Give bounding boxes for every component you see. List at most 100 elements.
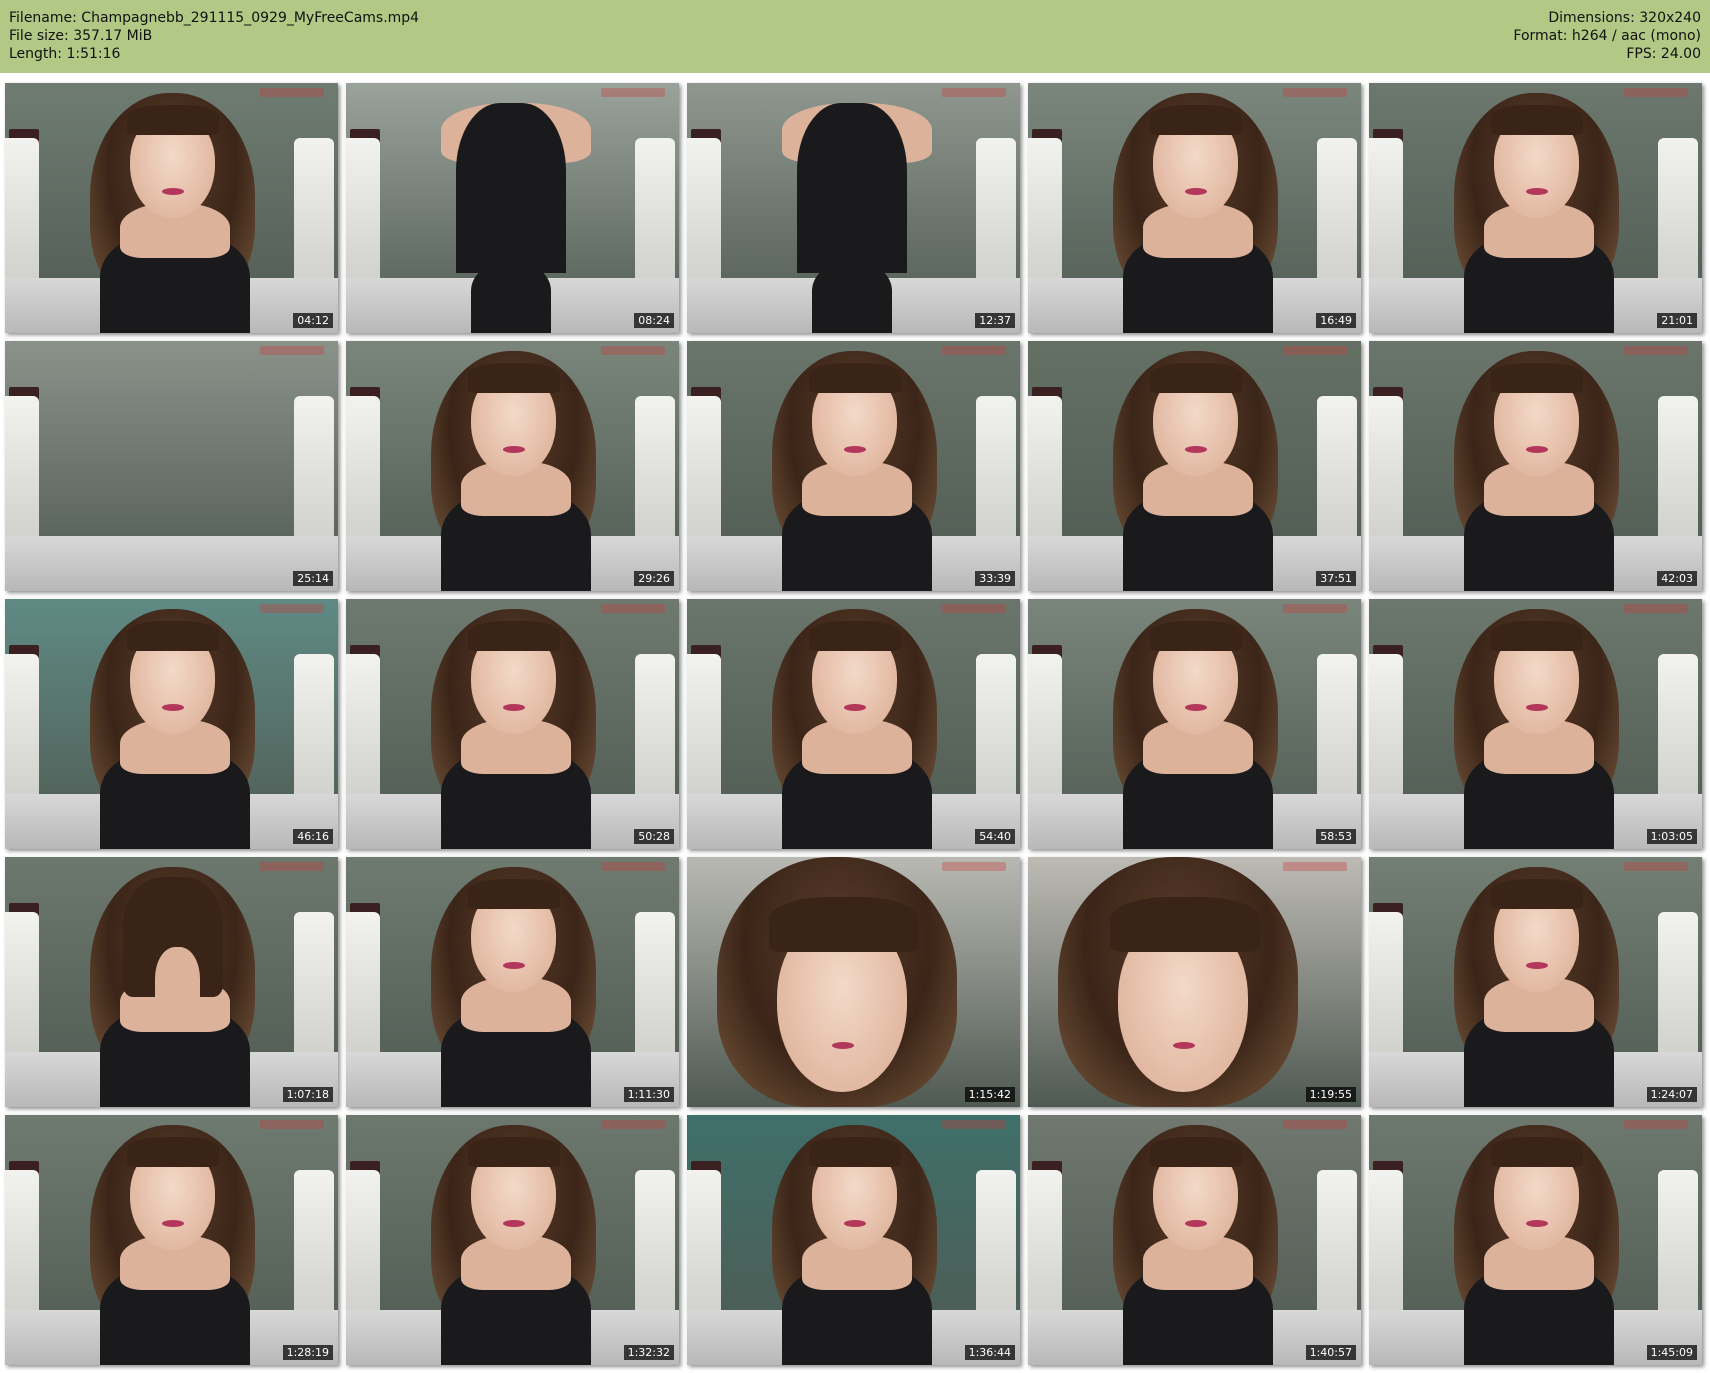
- hanging-clothes: [1028, 396, 1062, 546]
- file-size-text: File size: 357.17 MiB: [9, 28, 153, 44]
- bangs: [1491, 363, 1583, 393]
- thumbnail-frame: [1369, 857, 1702, 1107]
- watermark-logo: [942, 1120, 1006, 1129]
- bangs: [809, 363, 901, 393]
- video-thumbnail[interactable]: 1:28:19: [5, 1115, 338, 1365]
- watermark-logo: [1283, 88, 1347, 97]
- video-thumbnail[interactable]: 1:45:09: [1369, 1115, 1702, 1365]
- video-thumbnail[interactable]: 1:11:30: [346, 857, 679, 1107]
- watermark-logo: [601, 862, 665, 871]
- bangs: [1491, 621, 1583, 651]
- hanging-clothes: [1317, 396, 1357, 546]
- video-thumbnail[interactable]: 08:24: [346, 83, 679, 333]
- bed: [5, 536, 338, 591]
- hanging-clothes: [1658, 396, 1698, 546]
- timestamp-label: 42:03: [1657, 571, 1697, 586]
- hanging-clothes: [346, 912, 380, 1062]
- bangs: [1491, 105, 1583, 135]
- video-thumbnail[interactable]: 04:12: [5, 83, 338, 333]
- thumbnail-frame: [346, 83, 679, 333]
- watermark-logo: [942, 88, 1006, 97]
- watermark-logo: [942, 862, 1006, 871]
- lips: [1185, 446, 1207, 453]
- file-info-left: Filename: Champagnebb_291115_0929_MyFree…: [9, 9, 419, 63]
- video-thumbnail[interactable]: 1:03:05: [1369, 599, 1702, 849]
- hanging-clothes: [1028, 138, 1062, 288]
- video-thumbnail[interactable]: 1:32:32: [346, 1115, 679, 1365]
- hanging-clothes: [976, 1170, 1016, 1320]
- watermark-logo: [1624, 1120, 1688, 1129]
- video-thumbnail[interactable]: 50:28: [346, 599, 679, 849]
- thumbnail-frame: [1369, 599, 1702, 849]
- timestamp-label: 21:01: [1657, 313, 1697, 328]
- video-thumbnail[interactable]: 46:16: [5, 599, 338, 849]
- file-info-right: Dimensions: 320x240 Format: h264 / aac (…: [1513, 9, 1701, 63]
- timestamp-label: 1:15:42: [964, 1087, 1015, 1102]
- timestamp-label: 50:28: [634, 829, 674, 844]
- hanging-clothes: [1369, 912, 1403, 1062]
- watermark-logo: [260, 1120, 324, 1129]
- timestamp-label: 1:03:05: [1646, 829, 1697, 844]
- timestamp-label: 08:24: [634, 313, 674, 328]
- video-thumbnail[interactable]: 1:40:57: [1028, 1115, 1361, 1365]
- video-thumbnail[interactable]: 25:14: [5, 341, 338, 591]
- timestamp-label: 33:39: [975, 571, 1015, 586]
- lips: [1526, 446, 1548, 453]
- lips: [162, 188, 184, 195]
- thumbnail-frame: [5, 857, 338, 1107]
- hanging-clothes: [1369, 396, 1403, 546]
- hanging-clothes: [687, 396, 721, 546]
- hanging-clothes: [1369, 138, 1403, 288]
- thumbnail-frame: [687, 83, 1020, 333]
- video-thumbnail[interactable]: 29:26: [346, 341, 679, 591]
- video-thumbnail[interactable]: 16:49: [1028, 83, 1361, 333]
- lips: [162, 704, 184, 711]
- watermark-logo: [1283, 1120, 1347, 1129]
- lips: [844, 446, 866, 453]
- hanging-clothes: [5, 396, 39, 546]
- video-thumbnail[interactable]: 54:40: [687, 599, 1020, 849]
- bangs: [468, 879, 560, 909]
- watermark-logo: [1624, 346, 1688, 355]
- video-thumbnail[interactable]: 58:53: [1028, 599, 1361, 849]
- thumbnail-frame: [1369, 341, 1702, 591]
- hanging-clothes: [346, 1170, 380, 1320]
- thumbnail-frame: [346, 341, 679, 591]
- timestamp-label: 12:37: [975, 313, 1015, 328]
- bangs: [1150, 621, 1242, 651]
- bangs: [468, 621, 560, 651]
- lips: [503, 446, 525, 453]
- video-thumbnail[interactable]: 1:19:55: [1028, 857, 1361, 1107]
- lips: [832, 1042, 854, 1049]
- bangs: [769, 897, 919, 952]
- timestamp-label: 25:14: [293, 571, 333, 586]
- thumbnail-frame: [346, 599, 679, 849]
- hanging-clothes: [294, 396, 334, 546]
- video-thumbnail[interactable]: 1:36:44: [687, 1115, 1020, 1365]
- length-text: Length: 1:51:16: [9, 46, 121, 62]
- video-thumbnail[interactable]: 1:15:42: [687, 857, 1020, 1107]
- bangs: [1150, 105, 1242, 135]
- video-thumbnail[interactable]: 12:37: [687, 83, 1020, 333]
- lips: [844, 1220, 866, 1227]
- lips: [1185, 1220, 1207, 1227]
- watermark-logo: [601, 1120, 665, 1129]
- video-thumbnail[interactable]: 21:01: [1369, 83, 1702, 333]
- hanging-clothes: [1658, 1170, 1698, 1320]
- watermark-logo: [260, 346, 324, 355]
- video-thumbnail[interactable]: 42:03: [1369, 341, 1702, 591]
- timestamp-label: 1:07:18: [282, 1087, 333, 1102]
- video-thumbnail[interactable]: 37:51: [1028, 341, 1361, 591]
- legs: [471, 263, 551, 333]
- hanging-clothes: [5, 912, 39, 1062]
- hanging-clothes: [346, 654, 380, 804]
- video-thumbnail[interactable]: 33:39: [687, 341, 1020, 591]
- hanging-clothes: [294, 912, 334, 1062]
- watermark-logo: [601, 88, 665, 97]
- video-thumbnail[interactable]: 1:07:18: [5, 857, 338, 1107]
- video-thumbnail[interactable]: 1:24:07: [1369, 857, 1702, 1107]
- thumbnail-frame: [1369, 1115, 1702, 1365]
- hanging-clothes: [635, 138, 675, 288]
- hanging-clothes: [1317, 138, 1357, 288]
- thumbnail-frame: [1028, 1115, 1361, 1365]
